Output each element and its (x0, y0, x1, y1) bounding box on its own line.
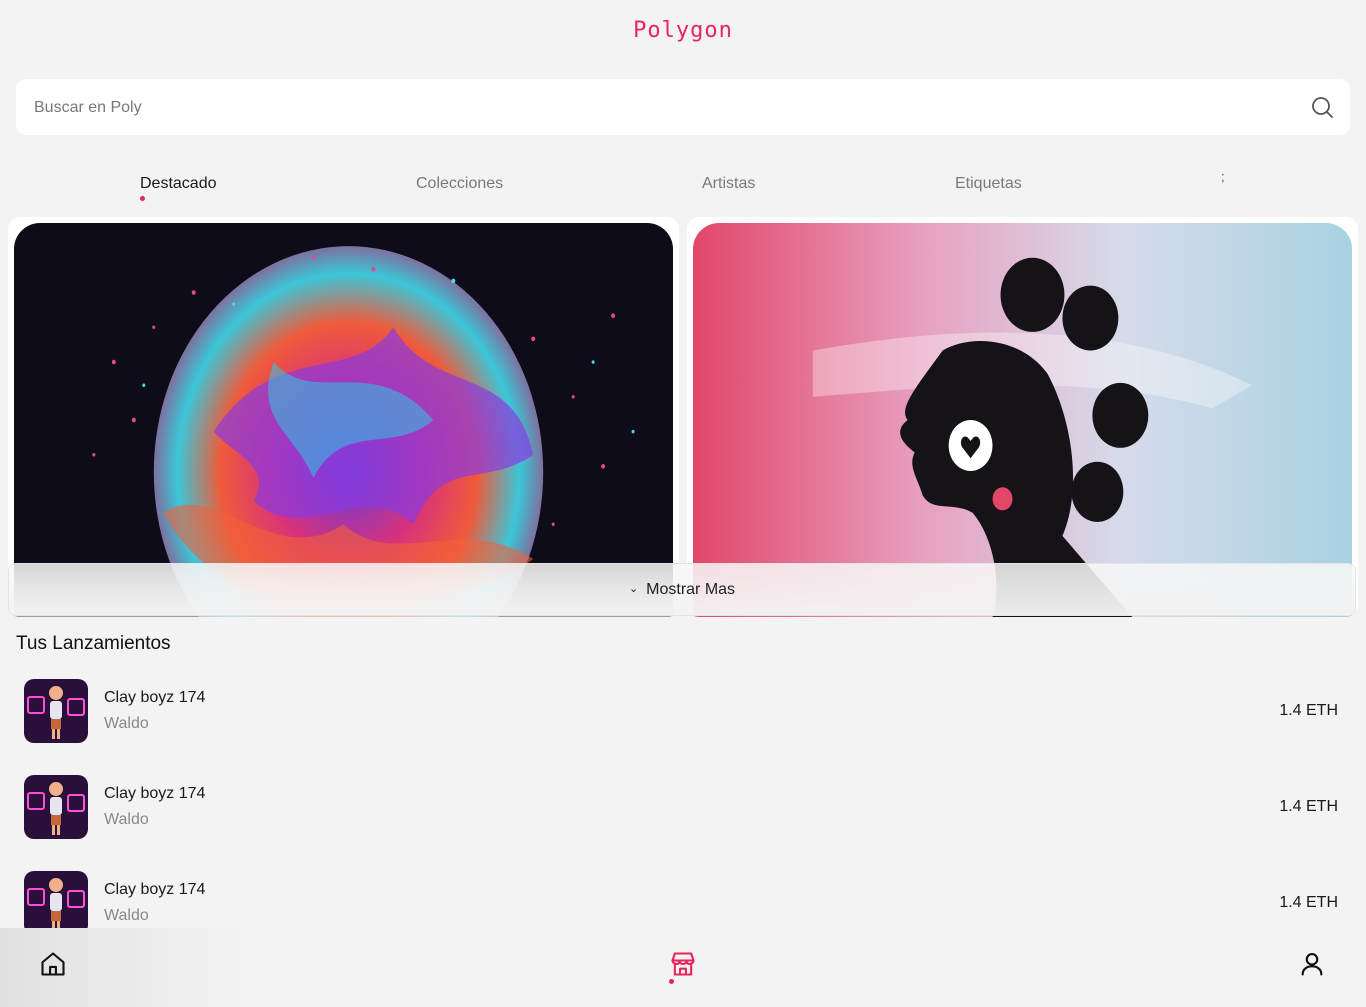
launch-artist: Waldo (104, 715, 149, 732)
featured-artwork-portrait (693, 223, 1352, 617)
launch-title: Clay boyz 174 (104, 881, 206, 898)
search-input[interactable] (32, 79, 1296, 137)
launch-artist: Waldo (104, 811, 149, 828)
tab-artistas[interactable]: Artistas (702, 175, 755, 193)
active-tab-indicator (140, 196, 145, 201)
app-title: Polygon (633, 18, 733, 43)
tab-etiquetas[interactable]: Etiquetas (955, 175, 1022, 193)
launch-price: 1.4 ETH (1279, 894, 1338, 911)
bottom-nav (0, 928, 1366, 1007)
show-more-button[interactable]: ⌄ Mostrar Mas (8, 563, 1356, 616)
launch-item[interactable]: Clay boyz 174 Waldo 1.4 ETH (24, 871, 1344, 935)
show-more-label: Mostrar Mas (646, 581, 736, 598)
launch-item[interactable]: Clay boyz 174 Waldo 1.4 ETH (24, 775, 1344, 839)
tab-colecciones[interactable]: Colecciones (416, 175, 503, 193)
launch-thumbnail (24, 871, 88, 935)
launch-title: Clay boyz 174 (104, 785, 206, 802)
chevron-down-icon: ⌄ (628, 583, 639, 595)
store-icon[interactable] (669, 950, 697, 978)
search-bar (16, 79, 1350, 137)
featured-artwork-abstract (14, 223, 673, 617)
search-icon[interactable] (1310, 95, 1334, 119)
user-icon[interactable] (1298, 950, 1326, 978)
launches-section-title: Tus Lanzamientos (16, 633, 171, 654)
home-icon[interactable] (39, 950, 67, 978)
launch-thumbnail (24, 775, 88, 839)
launch-price: 1.4 ETH (1279, 702, 1338, 719)
launch-item[interactable]: Clay boyz 174 Waldo 1.4 ETH (24, 679, 1344, 743)
launch-artist: Waldo (104, 907, 149, 924)
launch-thumbnail (24, 679, 88, 743)
featured-card-2[interactable] (687, 217, 1358, 617)
launch-price: 1.4 ETH (1279, 798, 1338, 815)
tab-destacado[interactable]: Destacado (140, 175, 217, 193)
launch-title: Clay boyz 174 (104, 689, 206, 706)
tab-more[interactable]: ; (1221, 169, 1225, 184)
featured-card-1[interactable] (8, 217, 679, 617)
active-nav-indicator (669, 979, 674, 984)
nav-shadow (0, 928, 240, 1007)
